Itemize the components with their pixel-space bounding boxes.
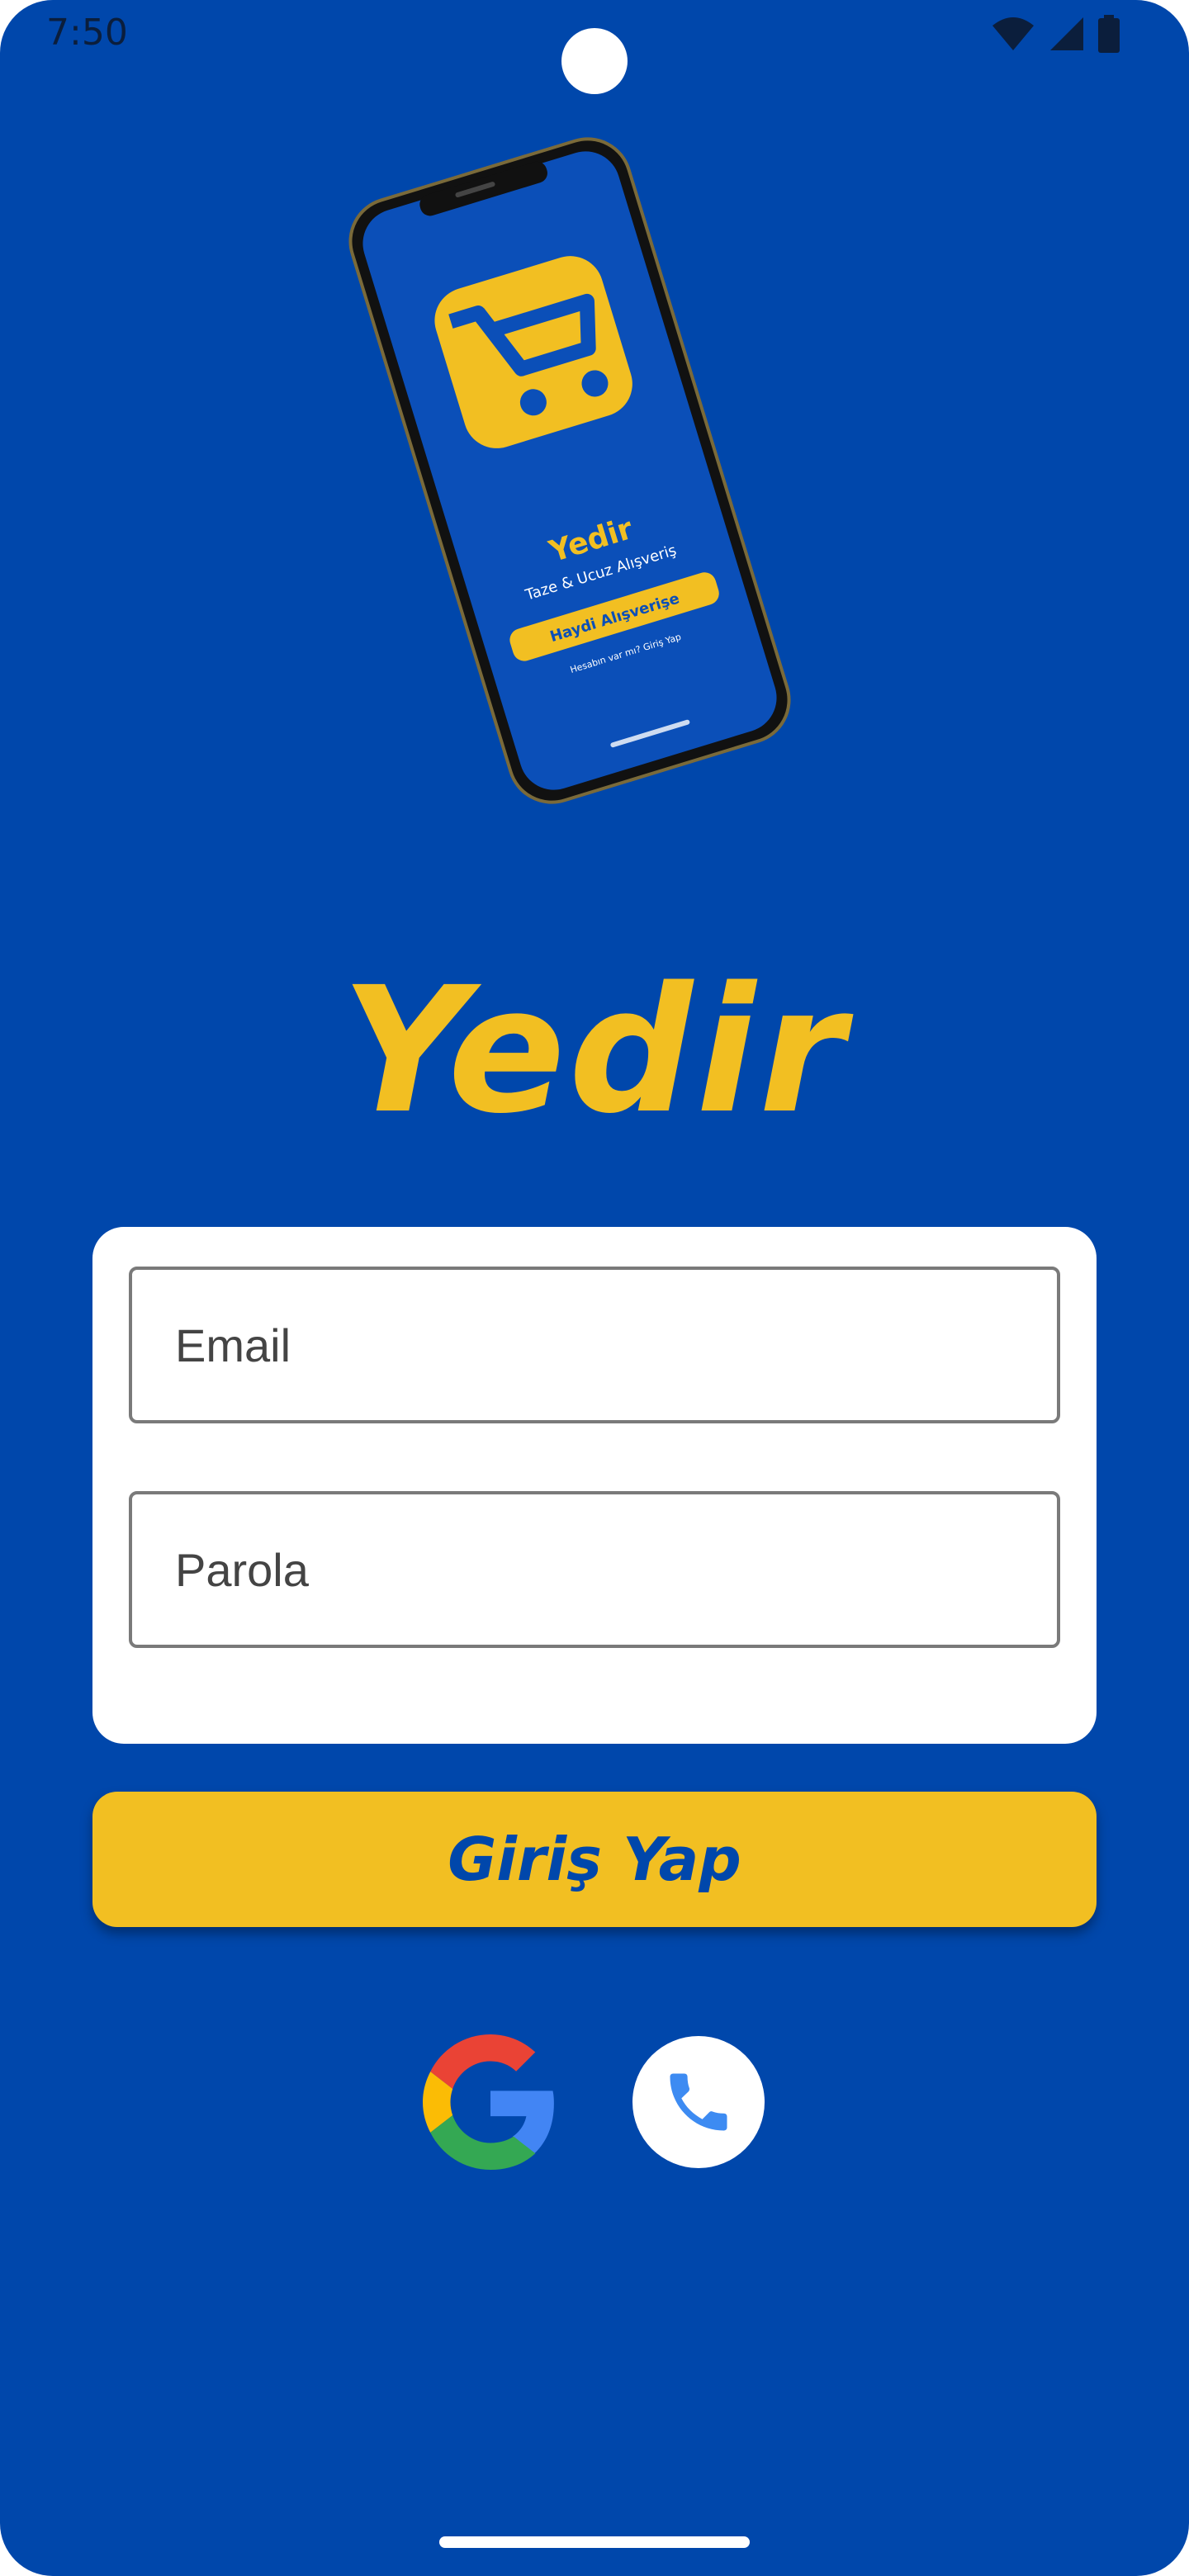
login-form-card	[92, 1227, 1097, 1744]
phone-mockup: Yedir Taze & Ucuz Alışveriş Haydi Alışve…	[348, 137, 791, 804]
phone-login-button[interactable]	[632, 2036, 765, 2168]
password-field[interactable]	[129, 1491, 1060, 1648]
hero-phone-illustration: Yedir Taze & Ucuz Alışveriş Haydi Alışve…	[339, 132, 801, 809]
signal-icon	[1050, 17, 1083, 50]
camera-cutout	[561, 28, 628, 94]
password-input[interactable]	[132, 1494, 1057, 1645]
phone-icon	[670, 2073, 727, 2131]
login-screen: 7:50 Yedir Taze & Ucuz Alışveriş Haydi A…	[0, 0, 1189, 2576]
status-icons	[991, 15, 1120, 53]
status-time: 7:50	[46, 12, 128, 54]
google-icon	[423, 2034, 554, 2170]
google-login-button[interactable]	[423, 2034, 558, 2170]
home-indicator[interactable]	[439, 2536, 750, 2548]
app-title: Yedir	[341, 949, 848, 1152]
email-input[interactable]	[132, 1270, 1057, 1420]
email-field[interactable]	[129, 1267, 1060, 1423]
login-button[interactable]: Giriş Yap	[92, 1792, 1097, 1927]
battery-icon	[1098, 15, 1120, 53]
wifi-icon	[992, 17, 1034, 50]
